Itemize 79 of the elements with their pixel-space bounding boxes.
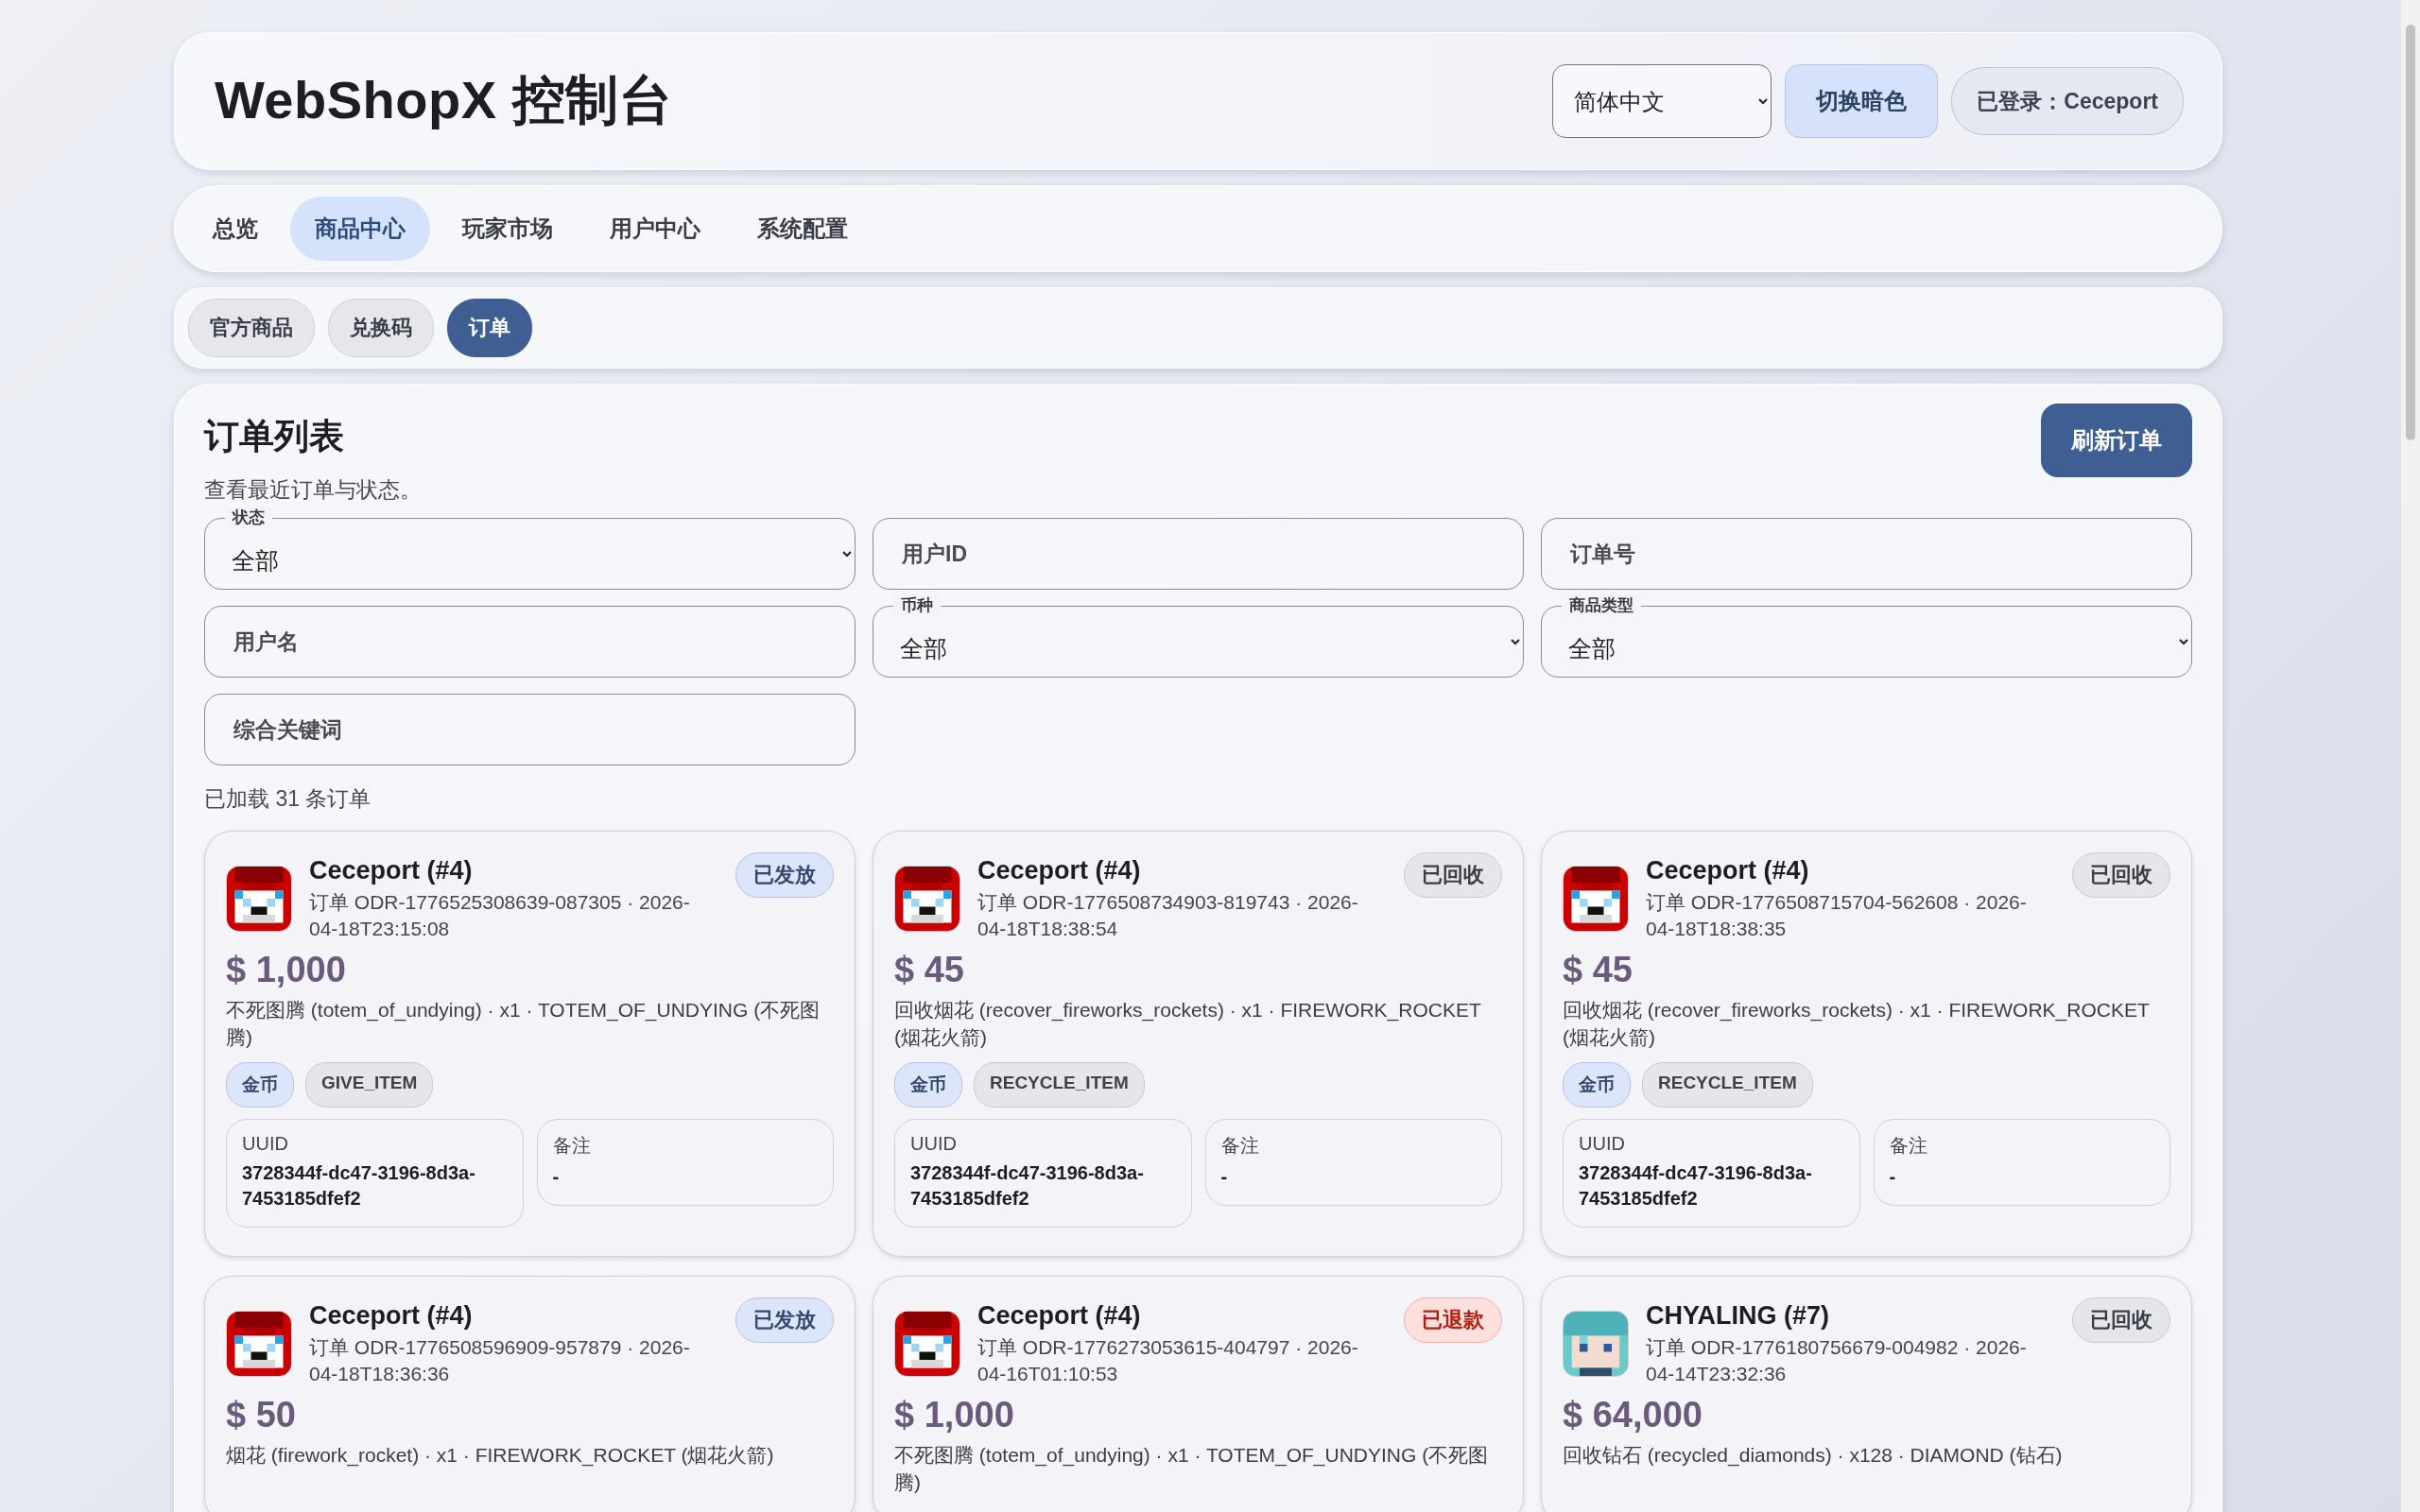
field-label: 状态	[225, 507, 272, 528]
item-description: 回收钻石 (recycled_diamonds) · x128 · DIAMOND (钻石)	[1563, 1443, 2064, 1469]
filter-input[interactable]: 综合关键词	[204, 694, 856, 765]
uuid-label: UUID	[242, 1133, 289, 1155]
type-tag: RECYCLE_ITEM	[1642, 1062, 1813, 1108]
currency-tag: 金币	[1563, 1062, 1631, 1108]
note-label: 备注	[552, 1134, 592, 1158]
uuid-value: 3728344f-dc47-3196-8d3a-7453185dfef2	[910, 1161, 1145, 1211]
panel-title: 订单列表	[204, 416, 345, 457]
status-badge: 已发放	[735, 852, 834, 898]
user-name: CHYALING (#7)	[1646, 1301, 1831, 1331]
order-amount: $ 45	[1563, 950, 1634, 990]
status-badge: 已回收	[1404, 852, 1502, 898]
order-info: 订单 ODR-1776525308639-087305 · 2026-04-18T23:15:08	[309, 890, 691, 941]
user-name: Ceceport (#4)	[977, 1301, 1142, 1331]
order-info: 订单 ODR-1776508734903-819743 · 2026-04-18T18:38:54	[977, 890, 1359, 941]
sub-tab[interactable]: 官方商品	[188, 299, 315, 357]
uuid-value: 3728344f-dc47-3196-8d3a-7453185dfef2	[242, 1161, 476, 1211]
panel-subtitle: 查看最近订单与状态。	[204, 476, 422, 504]
field-label: 商品类型	[1562, 595, 1641, 616]
order-amount: $ 45	[894, 950, 965, 990]
user-name: Ceceport (#4)	[1646, 856, 1810, 885]
note-value: -	[1220, 1165, 1229, 1189]
login-status: 已登录：Ceceport	[1951, 67, 2184, 135]
nav-tab[interactable]: 玩家市场	[438, 197, 578, 261]
note-value: -	[552, 1165, 561, 1189]
avatar-icon	[227, 1312, 291, 1376]
status-badge: 已回收	[2072, 852, 2170, 898]
uuid-value: 3728344f-dc47-3196-8d3a-7453185dfef2	[1579, 1161, 1813, 1211]
currency-tag: 金币	[894, 1062, 962, 1108]
type-tag: RECYCLE_ITEM	[974, 1062, 1145, 1108]
user-name: Ceceport (#4)	[309, 856, 474, 885]
order-amount: $ 1,000	[894, 1395, 1015, 1435]
status-badge: 已发放	[735, 1297, 834, 1343]
user-name: Ceceport (#4)	[977, 856, 1142, 885]
language-select[interactable]: 简体中文	[1552, 64, 1772, 138]
sub-tab[interactable]: 兑换码	[328, 299, 434, 357]
order-amount: $ 50	[226, 1395, 297, 1435]
status-badge: 已退款	[1404, 1297, 1502, 1343]
filter-input[interactable]: 用户ID	[873, 518, 1524, 590]
item-description: 不死图腾 (totem_of_undying) · x1 · TOTEM_OF_UNDYING (不死图腾)	[226, 998, 821, 1050]
type-tag: GIVE_ITEM	[305, 1062, 434, 1108]
theme-toggle-button[interactable]: 切换暗色	[1785, 64, 1939, 138]
sub-tab[interactable]: 订单	[447, 299, 532, 357]
avatar-icon	[227, 867, 291, 931]
user-name: Ceceport (#4)	[309, 1301, 474, 1331]
avatar-icon	[895, 867, 959, 931]
avatar-icon	[895, 1312, 959, 1376]
avatar-icon	[1564, 867, 1628, 931]
item-description: 烟花 (firework_rocket) · x1 · FIREWORK_ROCKET (烟花火箭)	[226, 1443, 775, 1469]
nav-tab[interactable]: 商品中心	[290, 197, 430, 261]
scrollbar[interactable]	[2401, 0, 2420, 1512]
item-description: 回收烟花 (recover_fireworks_rockets) · x1 · FIREWORK_ROCKET (烟花火箭)	[1563, 998, 2151, 1050]
order-info: 订单 ODR-1776508715704-562608 · 2026-04-18T18:38:35	[1646, 890, 2028, 941]
avatar-icon	[1564, 1312, 1628, 1376]
order-info: 订单 ODR-1776508596909-957879 · 2026-04-18T18:36:36	[309, 1335, 691, 1386]
note-label: 备注	[1220, 1134, 1260, 1158]
order-info: 订单 ODR-1776273053615-404797 · 2026-04-16T01:10:53	[977, 1335, 1359, 1386]
refresh-button[interactable]: 刷新订单	[2041, 404, 2192, 477]
item-description: 不死图腾 (totem_of_undying) · x1 · TOTEM_OF_UNDYING (不死图腾)	[894, 1443, 1490, 1495]
currency-tag: 金币	[226, 1062, 294, 1108]
order-count: 已加载 31 条订单	[204, 785, 372, 813]
nav-tab[interactable]: 总览	[188, 197, 283, 261]
nav-tab[interactable]: 系统配置	[733, 197, 873, 261]
app-title: WebShopX 控制台	[215, 69, 674, 131]
uuid-label: UUID	[1579, 1133, 1626, 1155]
order-amount: $ 64,000	[1563, 1395, 1703, 1435]
nav-tab[interactable]: 用户中心	[585, 197, 725, 261]
filter-input[interactable]: 用户名	[204, 606, 856, 678]
uuid-label: UUID	[910, 1133, 958, 1155]
order-info: 订单 ODR-1776180756679-004982 · 2026-04-14T23:32:36	[1646, 1335, 2028, 1386]
field-label: 币种	[893, 595, 941, 616]
status-badge: 已回收	[2072, 1297, 2170, 1343]
note-value: -	[1889, 1165, 1897, 1189]
order-amount: $ 1,000	[226, 950, 347, 990]
filter-input[interactable]: 订单号	[1541, 518, 2192, 590]
scrollbar-thumb[interactable]	[2406, 25, 2415, 440]
note-label: 备注	[1889, 1134, 1928, 1158]
item-description: 回收烟花 (recover_fireworks_rockets) · x1 · FIREWORK_ROCKET (烟花火箭)	[894, 998, 1482, 1050]
